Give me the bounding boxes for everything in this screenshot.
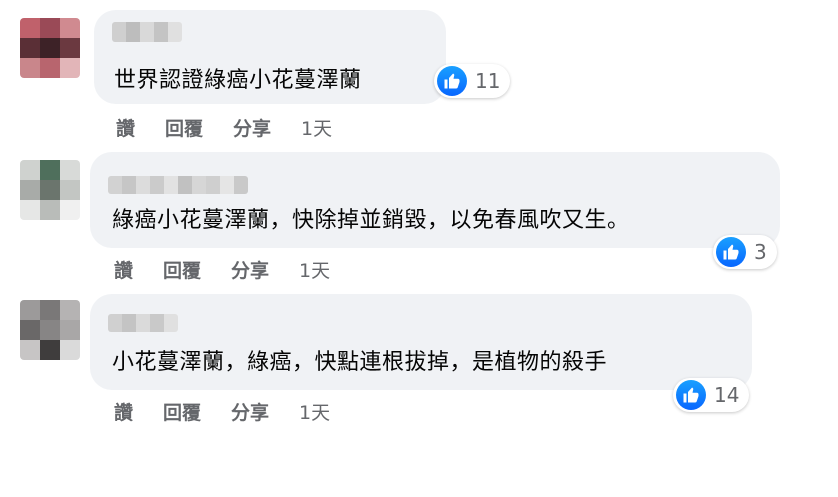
avatar-pixel: [60, 320, 80, 340]
comment-actions: 讚 回覆 分享 1天: [114, 256, 330, 283]
avatar-pixel: [40, 58, 60, 78]
comment-actions: 讚 回覆 分享 1天: [116, 114, 332, 141]
reaction-count: 11: [475, 69, 501, 93]
comment-text: 世界認證綠癌小花蔓澤蘭: [114, 68, 362, 93]
avatar-pixel: [40, 38, 60, 58]
avatar-pixel: [60, 58, 80, 78]
avatar-pixel: [60, 200, 80, 220]
timestamp[interactable]: 1天: [299, 256, 330, 283]
reaction-badge[interactable]: 11: [434, 64, 511, 98]
avatar-pixel: [60, 38, 80, 58]
reaction-count: 14: [714, 383, 740, 407]
like-button[interactable]: 讚: [114, 398, 133, 425]
reply-button[interactable]: 回覆: [163, 256, 201, 283]
comment-actions: 讚 回覆 分享 1天: [114, 398, 330, 425]
reaction-badge[interactable]: 14: [673, 378, 750, 412]
thumbs-up-icon: [716, 237, 746, 267]
author-name-blurred[interactable]: [112, 22, 182, 42]
avatar-pixel: [60, 340, 80, 360]
comment-bubble: 世界認證綠癌小花蔓澤蘭: [94, 10, 446, 104]
avatar-pixel: [20, 160, 40, 180]
avatar-pixel: [60, 160, 80, 180]
like-button[interactable]: 讚: [114, 256, 133, 283]
reply-button[interactable]: 回覆: [163, 398, 201, 425]
share-button[interactable]: 分享: [231, 398, 269, 425]
avatar-pixel: [20, 180, 40, 200]
avatar-pixel: [20, 300, 40, 320]
avatar-pixel: [40, 340, 60, 360]
share-button[interactable]: 分享: [233, 114, 271, 141]
share-button[interactable]: 分享: [231, 256, 269, 283]
thumbs-up-icon: [676, 380, 706, 410]
avatar[interactable]: [20, 18, 80, 78]
avatar-pixel: [40, 320, 60, 340]
author-name-blurred[interactable]: [108, 314, 178, 332]
avatar-pixel: [20, 38, 40, 58]
timestamp[interactable]: 1天: [299, 398, 330, 425]
comment-bubble: 綠癌小花蔓澤蘭，快除掉並銷毀，以免春風吹又生。: [90, 152, 780, 248]
avatar-pixel: [60, 300, 80, 320]
avatar-pixel: [40, 180, 60, 200]
avatar-pixel: [20, 200, 40, 220]
avatar-pixel: [60, 18, 80, 38]
avatar-pixel: [60, 180, 80, 200]
timestamp[interactable]: 1天: [301, 114, 332, 141]
avatar-pixel: [40, 200, 60, 220]
comment-text: 小花蔓澤蘭，綠癌，快點連根拔掉，是植物的殺手: [112, 350, 608, 375]
avatar-pixel: [20, 320, 40, 340]
avatar-pixel: [40, 18, 60, 38]
avatar-pixel: [20, 58, 40, 78]
comment-bubble: 小花蔓澤蘭，綠癌，快點連根拔掉，是植物的殺手: [90, 294, 752, 390]
reply-button[interactable]: 回覆: [165, 114, 203, 141]
avatar[interactable]: [20, 300, 80, 360]
reaction-count: 3: [754, 240, 767, 264]
avatar-pixel: [40, 300, 60, 320]
avatar-pixel: [40, 160, 60, 180]
author-name-blurred[interactable]: [108, 176, 248, 194]
thumbs-up-icon: [437, 66, 467, 96]
like-button[interactable]: 讚: [116, 114, 135, 141]
comment-text: 綠癌小花蔓澤蘭，快除掉並銷毀，以免春風吹又生。: [112, 208, 630, 233]
avatar-pixel: [20, 340, 40, 360]
avatar-pixel: [20, 18, 40, 38]
reaction-badge[interactable]: 3: [713, 235, 777, 269]
avatar[interactable]: [20, 160, 80, 220]
